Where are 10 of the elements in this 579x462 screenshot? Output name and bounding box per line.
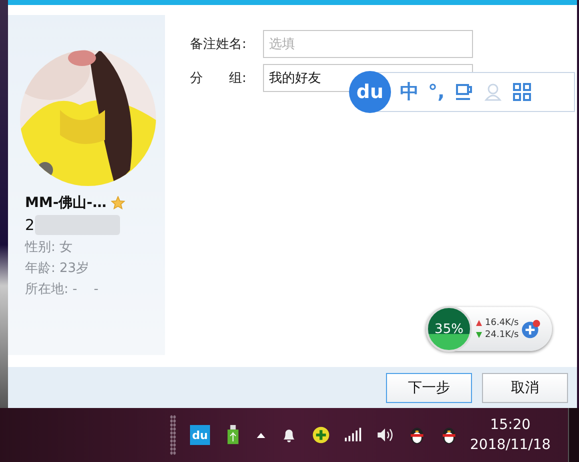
memory-percent: 35% <box>434 322 464 336</box>
profile-detail: 年龄: 23岁 <box>25 260 90 277</box>
field-label: 备注姓名: <box>190 36 248 53</box>
contact-name: MM-佛山-… <box>25 194 106 212</box>
contact-id: 2 <box>25 216 35 234</box>
profile-detail: 性别: 女 <box>25 239 74 256</box>
field-label: 分 组: <box>190 70 248 87</box>
upload-speed: 16.4K/s <box>485 318 519 328</box>
profile-detail: 所在地: - - <box>25 281 100 298</box>
download-speed: 24.1K/s <box>485 330 519 340</box>
